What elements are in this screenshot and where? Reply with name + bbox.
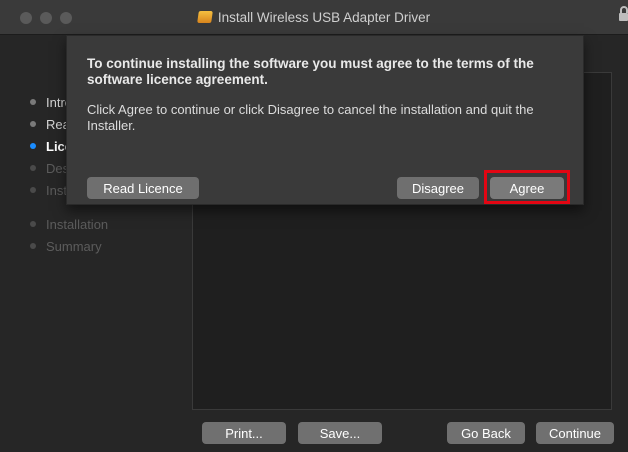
step-dot bbox=[30, 99, 36, 105]
step-summary: Summary bbox=[30, 237, 102, 255]
title-bar: Install Wireless USB Adapter Driver bbox=[0, 0, 628, 35]
print-button[interactable]: Print... bbox=[202, 422, 286, 444]
step-dot-current bbox=[30, 143, 36, 149]
lock-icon bbox=[619, 6, 628, 21]
sheet-title: To continue installing the software you … bbox=[87, 56, 534, 87]
step-installation: Installation bbox=[30, 215, 108, 233]
installer-window: Install Wireless USB Adapter Driver Intr… bbox=[0, 0, 628, 452]
read-licence-button[interactable]: Read Licence bbox=[87, 177, 199, 199]
step-dot bbox=[30, 187, 36, 193]
step-dot bbox=[30, 243, 36, 249]
step-label: Summary bbox=[46, 238, 102, 254]
step-label: Installation bbox=[46, 216, 109, 232]
window-title-container: Install Wireless USB Adapter Driver bbox=[0, 0, 628, 34]
sheet-message: Click Agree to continue or click Disagre… bbox=[87, 102, 534, 133]
package-icon bbox=[196, 11, 213, 23]
step-dot bbox=[30, 221, 36, 227]
step-dot bbox=[30, 121, 36, 127]
save-button[interactable]: Save... bbox=[298, 422, 382, 444]
agree-highlight-box bbox=[484, 170, 570, 204]
continue-button[interactable]: Continue bbox=[536, 422, 614, 444]
window-title: Install Wireless USB Adapter Driver bbox=[217, 9, 431, 25]
step-dot bbox=[30, 165, 36, 171]
disagree-button[interactable]: Disagree bbox=[397, 177, 479, 199]
go-back-button[interactable]: Go Back bbox=[447, 422, 525, 444]
